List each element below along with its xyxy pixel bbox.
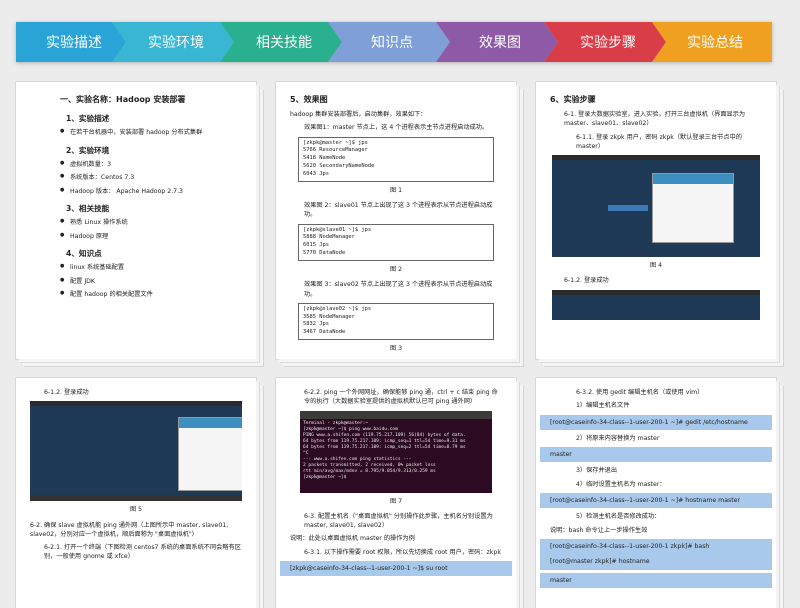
list-item: Hadoop 原理 [60, 232, 242, 241]
paragraph: 4）临时设置主机名为 master： [576, 480, 666, 488]
tab-experiment-description[interactable]: 实验描述 [16, 22, 126, 62]
login-dialog [652, 173, 734, 244]
paragraph: 6-1.1. 登录 zkpk 用户，密码 zkpk（默认登录三台节点中的 mas… [576, 133, 742, 150]
tab-experiment-environment[interactable]: 实验环境 [112, 22, 234, 62]
paragraph: 1）编辑主机名文件 [576, 402, 630, 410]
terminal-screenshot: Terminal - zkpk@master:~ [zkpk@master ~]… [300, 410, 492, 493]
doc-page-effect-figures: 5、效果图 hadoop 集群安装部署后，启动集群，效果如下： 效果图1：mas… [276, 82, 516, 359]
paragraph: 3）保存并退出 [576, 467, 618, 475]
user-entry [608, 205, 648, 212]
code-block: [zkpk@slave02 ~]$ jps 3585 NodeManager 5… [298, 302, 494, 341]
paragraph: 5）检测主机名是否修改成功： [576, 513, 661, 521]
section-heading: 4、知识点 [66, 248, 102, 258]
login-screenshot [552, 155, 760, 258]
desktop-top-bar [552, 289, 760, 295]
tab-label: 效果图 [479, 35, 521, 51]
figure-caption: 图 3 [389, 345, 403, 353]
tab-label: 相关技能 [256, 35, 312, 51]
tab-label: 实验环境 [148, 35, 204, 51]
doc-page-steps: 6、实验步骤 6-1. 登录大数据实验室，进入实验，打开三台虚拟机（界面显示为 … [536, 82, 776, 359]
command-line: [root@master zkpk]# hostname [540, 554, 772, 570]
figure-caption: 图 5 [129, 506, 143, 514]
command-line: master [540, 572, 772, 588]
doc-page-overview: 一、实验名称：Hadoop 安装部署 1、实验描述 在若干台机器中，安装部署 h… [16, 82, 256, 359]
paragraph: 效果图 2：slave01 节点上出现了这 3 个进程表示从节点进程启动成功。 [304, 202, 493, 219]
section-tab-bar: 实验描述 实验环境 相关技能 知识点 效果图 实验步骤 实验总结 [16, 22, 786, 62]
desktop-top-bar [30, 401, 242, 407]
tab-related-skills[interactable]: 相关技能 [220, 22, 342, 62]
tab-knowledge-points[interactable]: 知识点 [328, 22, 450, 62]
command-line: [root@caseinfo-34-class--1-user-200-1 ~]… [540, 493, 772, 509]
tab-experiment-summary[interactable]: 实验总结 [652, 22, 772, 62]
command-line: [zkpk@caseinfo-34-class--1-user-200-1 ~]… [280, 561, 512, 577]
paragraph: 6-1. 登录大数据实验室，进入实验，打开三台虚拟机（界面显示为 master、… [564, 111, 746, 128]
taskbar [30, 495, 242, 502]
paragraph: 6-3. 配置主机名（"桌面虚拟机" 分别操作此步骤，主机名分别设置为 mast… [304, 512, 493, 530]
paragraph: 6-2.1. 打开一个终端（下图检测 centos7 系统的桌面系统不同会略有区… [44, 544, 241, 561]
list-item: 配置 hadoop 的相关配置文件 [60, 290, 242, 299]
window-header [179, 418, 242, 429]
desktop-screenshot [552, 289, 760, 320]
paragraph: 说明：bash 命令让上一步操作生效 [550, 526, 648, 534]
figure-caption: 图 7 [389, 497, 403, 505]
doc-page-steps-continued: 6-1.2. 登录成功 图 5 6-2. 确保 slave 虚拟机能 ping … [16, 378, 256, 608]
figure-caption: 图 2 [389, 265, 403, 273]
figure-caption: 图 4 [649, 262, 663, 270]
tab-label: 实验步骤 [580, 35, 636, 51]
list-item: 虚拟机数量：3 [60, 160, 242, 169]
paragraph: hadoop 集群安装部署后，启动集群，效果如下： [290, 111, 427, 118]
tab-label: 实验总结 [687, 35, 743, 51]
page-title: 5、效果图 [290, 95, 328, 104]
paragraph: 6-3.2. 使用 gedit 编辑主机名（或使用 vim） [576, 389, 704, 396]
command-line: [root@caseinfo-34-class--1-user-200-1 zk… [540, 538, 772, 555]
section-heading: 3、相关技能 [66, 203, 110, 213]
paragraph: 效果图1：master 节点上，这 4 个进程表示主节点进程启动成功。 [304, 124, 489, 132]
doc-page-ping-test: 6-2.2. ping 一个外网网址，确保能够 ping 通，ctrl + c … [276, 378, 516, 608]
page-title: 6、实验步骤 [550, 95, 596, 104]
welcome-window [178, 417, 242, 492]
doc-page-hostname-config: 6-3.2. 使用 gedit 编辑主机名（或使用 vim） 1）编辑主机名文件… [536, 378, 776, 608]
paragraph: 2）将原来内容替换为 master [576, 434, 660, 442]
tab-label: 知识点 [371, 35, 413, 51]
desktop-top-bar [552, 155, 760, 161]
code-block: [zkpk@master ~]$ jps 5766 ResourceManage… [298, 136, 494, 182]
paragraph: 6-1.2. 登录成功 [564, 277, 609, 285]
page-title: 一、实验名称：Hadoop 安装部署 [60, 95, 186, 104]
tab-label: 实验描述 [46, 35, 102, 51]
list-item: 配置 JDK [60, 277, 242, 286]
command-line: [root@caseinfo-34-class--1-user-200-1 ~]… [540, 414, 772, 430]
dialog-header [653, 174, 733, 185]
list-item: linux 系统基础配置 [60, 263, 242, 272]
code-block: [zkpk@slave01 ~]$ jps 5888 NodeManager 6… [298, 223, 494, 261]
list-item: 系统版本：Centos 7.3 [60, 173, 242, 182]
paragraph: 6-2. 确保 slave 虚拟机能 ping 通外网（上图所示中 master… [30, 521, 229, 538]
paragraph: 6-2.2. ping 一个外网网址，确保能够 ping 通，ctrl + c … [304, 389, 498, 406]
section-heading: 2、实验环境 [66, 145, 110, 155]
tab-effect-figures[interactable]: 效果图 [436, 22, 558, 62]
paragraph: 效果图 3：slave02 节点上出现了这 3 个进程表示从节点进程启动成功。 [304, 281, 493, 298]
list-item: Hadoop 版本： Apache Hadoop 2.7.3 [60, 187, 242, 196]
paragraph: 6-3.1. 以下操作需要 root 权限，所以先切换成 root 用户，密码：… [304, 548, 501, 556]
desktop-screenshot [30, 401, 242, 502]
command-line: master [540, 447, 772, 463]
tab-experiment-steps[interactable]: 实验步骤 [544, 22, 666, 62]
list-item: 在若干台机器中，安装部署 hadoop 分布式集群 [60, 128, 242, 137]
list-item: 熟悉 Linux 操作系统 [60, 218, 242, 227]
figure-caption: 图 1 [389, 186, 403, 194]
section-heading: 1、实验描述 [66, 114, 110, 123]
paragraph: 6-1.2. 登录成功 [44, 389, 89, 396]
paragraph: 说明：此处以桌面虚拟机 master 的操作为例 [290, 535, 415, 543]
